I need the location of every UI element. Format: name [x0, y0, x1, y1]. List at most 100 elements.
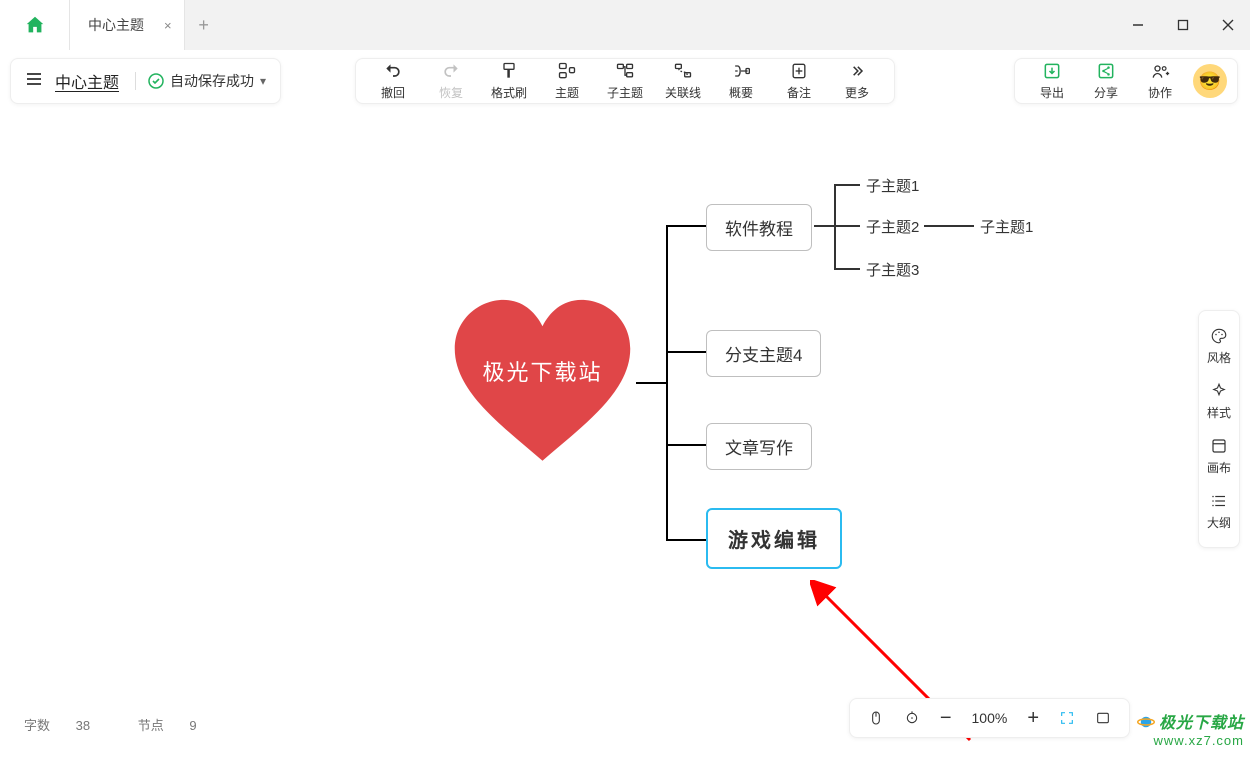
document-title[interactable]: 中心主题: [55, 69, 119, 93]
export-label: 导出: [1040, 84, 1064, 101]
mouse-mode-button[interactable]: [858, 710, 894, 726]
format-label: 格式刷: [491, 84, 527, 101]
close-tab-icon[interactable]: ×: [164, 18, 172, 33]
branch-node-game[interactable]: 游戏编辑: [706, 508, 842, 569]
fit-button[interactable]: [1049, 710, 1085, 726]
word-count: 字数 38: [24, 718, 112, 733]
tab-strip: 中心主题 × +: [0, 0, 1250, 50]
collab-button[interactable]: 协作: [1133, 61, 1187, 101]
close-window-button[interactable]: [1205, 0, 1250, 50]
summary-button[interactable]: 概要: [712, 61, 770, 101]
sub-node-1[interactable]: 子主题1: [866, 175, 919, 196]
side-label: 大纲: [1207, 514, 1231, 531]
edge: [666, 225, 706, 227]
summary-label: 概要: [729, 84, 753, 101]
right-toolbar: 导出 分享 协作 😎: [1014, 58, 1238, 104]
mouse-icon: [868, 710, 884, 726]
more-button[interactable]: 更多: [828, 61, 886, 101]
export-button[interactable]: 导出: [1025, 61, 1079, 101]
status-bar: 字数 38 节点 9: [24, 715, 241, 734]
edge: [924, 225, 974, 227]
outline-icon: [1210, 492, 1228, 510]
mindmap-canvas[interactable]: 极光下载站 软件教程 分支主题4 文章写作 游戏编辑 子主题1 子主题2 子主题…: [0, 110, 1250, 750]
side-canvas-button[interactable]: 画布: [1199, 429, 1239, 484]
branch-node-writing[interactable]: 文章写作: [706, 423, 812, 470]
side-style-button[interactable]: 风格: [1199, 319, 1239, 374]
summary-icon: [731, 61, 751, 81]
topic-label: 主题: [555, 84, 579, 101]
redo-label: 恢复: [439, 84, 463, 101]
side-label: 画布: [1207, 459, 1231, 476]
menu-icon[interactable]: [25, 70, 43, 93]
canvas-icon: [1210, 437, 1228, 455]
undo-label: 撤回: [381, 84, 405, 101]
undo-icon: [383, 61, 403, 81]
home-icon: [24, 14, 46, 36]
add-tab-button[interactable]: +: [185, 0, 223, 50]
zoom-out-button[interactable]: −: [930, 707, 962, 730]
branch-label: 游戏编辑: [728, 530, 820, 552]
edge: [666, 444, 706, 446]
window-controls: [1115, 0, 1250, 50]
planet-icon: [1137, 713, 1155, 731]
collab-label: 协作: [1148, 84, 1172, 101]
sub-sub-node-1[interactable]: 子主题1: [980, 216, 1033, 237]
relation-label: 关联线: [665, 84, 701, 101]
subtopic-label: 子主题: [607, 84, 643, 101]
document-tab-title: 中心主题: [88, 15, 144, 35]
sub-node-3[interactable]: 子主题3: [866, 259, 919, 280]
note-button[interactable]: 备注: [770, 61, 828, 101]
side-panel: 风格 样式 画布 大纲: [1198, 310, 1240, 548]
subtopic-icon: [615, 61, 635, 81]
relation-button[interactable]: 关联线: [654, 61, 712, 101]
side-format-button[interactable]: 样式: [1199, 374, 1239, 429]
more-icon: [847, 61, 867, 81]
branch-node-software[interactable]: 软件教程: [706, 204, 812, 251]
side-outline-button[interactable]: 大纲: [1199, 484, 1239, 539]
palette-icon: [1210, 327, 1228, 345]
subtopic-button[interactable]: 子主题: [596, 61, 654, 101]
home-tab[interactable]: [0, 0, 70, 50]
edge: [666, 225, 668, 541]
document-tab[interactable]: 中心主题 ×: [70, 0, 185, 50]
redo-icon: [441, 61, 461, 81]
sparkle-icon: [1210, 382, 1228, 400]
center-node[interactable]: 极光下载站: [445, 295, 640, 470]
edge: [834, 268, 860, 270]
share-button[interactable]: 分享: [1079, 61, 1133, 101]
topic-button[interactable]: 主题: [538, 61, 596, 101]
node-count: 节点 9: [138, 718, 219, 733]
more-label: 更多: [845, 84, 869, 101]
format-brush-button[interactable]: 格式刷: [480, 61, 538, 101]
minimize-button[interactable]: [1115, 0, 1160, 50]
save-status[interactable]: 自动保存成功 ▾: [148, 71, 266, 91]
zoom-in-button[interactable]: +: [1017, 707, 1049, 730]
check-circle-icon: [148, 73, 164, 89]
undo-button[interactable]: 撤回: [364, 61, 422, 101]
user-avatar[interactable]: 😎: [1193, 64, 1227, 98]
branch-label: 分支主题4: [725, 346, 802, 365]
locate-button[interactable]: [894, 710, 930, 726]
maximize-button[interactable]: [1160, 0, 1205, 50]
share-label: 分享: [1094, 84, 1118, 101]
note-icon: [789, 61, 809, 81]
edge: [666, 539, 706, 541]
sub-node-2[interactable]: 子主题2: [866, 216, 919, 237]
branch-label: 软件教程: [725, 220, 793, 239]
chevron-down-icon: ▾: [260, 74, 266, 88]
watermark-line2: www.xz7.com: [1137, 733, 1244, 748]
edge: [834, 225, 860, 227]
edge: [666, 351, 706, 353]
zoom-percent[interactable]: 100%: [962, 710, 1018, 726]
collab-icon: [1150, 61, 1170, 81]
redo-button[interactable]: 恢复: [422, 61, 480, 101]
save-status-text: 自动保存成功: [170, 71, 254, 91]
format-brush-icon: [499, 61, 519, 81]
branch-label: 文章写作: [725, 439, 793, 458]
read-mode-button[interactable]: [1085, 710, 1121, 726]
topic-icon: [557, 61, 577, 81]
branch-node-topic4[interactable]: 分支主题4: [706, 330, 821, 377]
watermark-line1: 极光下载站: [1137, 709, 1244, 733]
locate-icon: [904, 710, 920, 726]
zoom-bar: − 100% +: [849, 698, 1130, 738]
